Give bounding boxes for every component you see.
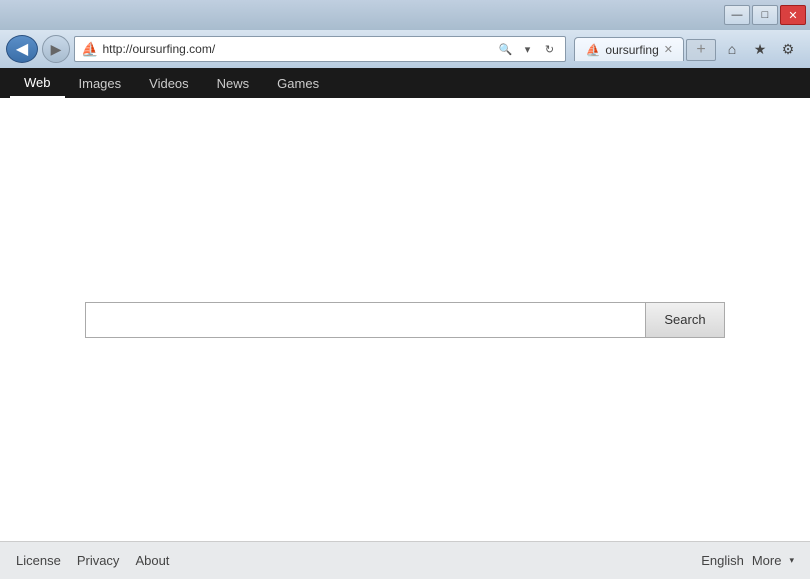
privacy-link[interactable]: Privacy xyxy=(77,553,120,568)
home-button[interactable]: ⌂ xyxy=(720,38,744,60)
back-icon: ◀ xyxy=(16,39,28,59)
license-link[interactable]: License xyxy=(16,553,61,568)
minimize-button[interactable]: — xyxy=(724,5,750,25)
address-input[interactable] xyxy=(102,42,491,56)
site-icon: ⛵ xyxy=(81,41,98,58)
forward-icon: ▶ xyxy=(51,41,62,58)
tab-area: ⛵ oursurfing ✕ + xyxy=(574,37,716,61)
tab-label: oursurfing xyxy=(605,43,658,57)
active-tab[interactable]: ⛵ oursurfing ✕ xyxy=(574,37,684,61)
search-button[interactable]: Search xyxy=(645,302,724,338)
nav-item-videos[interactable]: Videos xyxy=(135,68,203,98)
search-box-wrapper: Search xyxy=(85,302,724,338)
tab-close-button[interactable]: ✕ xyxy=(664,43,673,56)
main-content: Search xyxy=(0,98,810,541)
maximize-button[interactable]: □ xyxy=(752,5,778,25)
dropdown-icon[interactable]: ▾ xyxy=(517,39,537,59)
close-button[interactable]: ✕ xyxy=(780,5,806,25)
footer-links: License Privacy About xyxy=(16,553,169,568)
search-nav: Web Images Videos News Games xyxy=(0,68,810,98)
new-tab-button[interactable]: + xyxy=(686,39,716,61)
nav-item-web[interactable]: Web xyxy=(10,68,65,98)
search-icon[interactable]: 🔍 xyxy=(495,39,515,59)
about-link[interactable]: About xyxy=(135,553,169,568)
favorites-button[interactable]: ★ xyxy=(748,38,772,60)
search-input[interactable] xyxy=(85,302,645,338)
language-selector[interactable]: English xyxy=(701,553,744,568)
nav-item-news[interactable]: News xyxy=(203,68,264,98)
window-controls: — □ ✕ xyxy=(724,5,806,25)
toolbar-right: ⌂ ★ ⚙ xyxy=(720,38,804,60)
more-button[interactable]: More xyxy=(752,553,782,568)
refresh-icon[interactable]: ↻ xyxy=(539,39,559,59)
address-bar[interactable]: ⛵ 🔍 ▾ ↻ xyxy=(74,36,566,62)
footer: License Privacy About English More ▾ xyxy=(0,541,810,579)
address-actions: 🔍 ▾ ↻ xyxy=(495,39,559,59)
more-dropdown-icon[interactable]: ▾ xyxy=(789,555,794,566)
back-button[interactable]: ◀ xyxy=(6,35,38,63)
nav-item-games[interactable]: Games xyxy=(263,68,333,98)
footer-right: English More ▾ xyxy=(701,553,794,568)
tab-icon: ⛵ xyxy=(585,43,600,57)
nav-bar: ◀ ▶ ⛵ 🔍 ▾ ↻ ⛵ oursurfing ✕ + ⌂ ★ ⚙ xyxy=(0,30,810,68)
forward-button[interactable]: ▶ xyxy=(42,35,70,63)
settings-button[interactable]: ⚙ xyxy=(776,38,800,60)
title-bar: — □ ✕ xyxy=(0,0,810,30)
nav-item-images[interactable]: Images xyxy=(65,68,136,98)
